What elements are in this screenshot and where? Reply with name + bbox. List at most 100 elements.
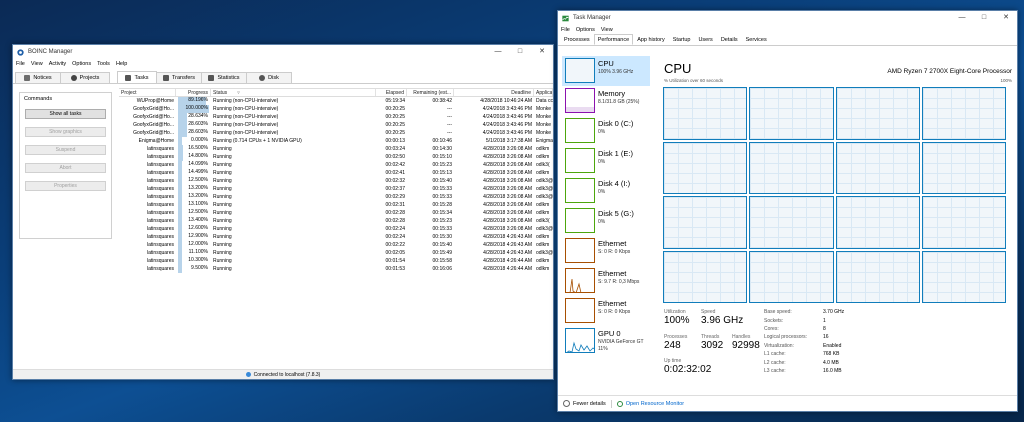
menu-file[interactable]: File (561, 27, 570, 33)
tab-users[interactable]: Users (694, 35, 716, 45)
suspend-button[interactable]: Suspend (25, 145, 106, 155)
col-elapsed[interactable]: Elapsed (376, 89, 407, 96)
task-row[interactable]: GoofyxGrid@Ho... 100.000% Running (non-CPU… (119, 105, 553, 113)
task-row[interactable]: latinsquares 13.100% Running 00:02:31 00:15:… (119, 201, 553, 209)
tab-performance[interactable]: Performance (593, 34, 634, 45)
spec-value: 16.0 MB (823, 367, 842, 374)
sidebar-item-ethernet[interactable]: Ethernet S: 0 R: 0 Kbps (562, 296, 650, 326)
tm-title: Task Manager (573, 15, 611, 21)
sidebar-item-disk-4-i[interactable]: Disk 4 (I:) 0% (562, 176, 650, 206)
task-status: Running (213, 170, 232, 176)
progress-fill (178, 169, 183, 177)
task-row[interactable]: Enigma@Home 0.000% Running (0.714 CPUs + 1… (119, 137, 553, 145)
menu-help[interactable]: Help (116, 61, 127, 67)
sidebar-item-disk-5-g[interactable]: Disk 5 (G:) 0% (562, 206, 650, 236)
progress-bar: 16.500% (178, 145, 209, 153)
col-status[interactable]: Status ▿ (211, 89, 376, 96)
task-status: Running (non-CPU-intensive) (213, 98, 279, 104)
progress-bar: 12.500% (178, 209, 209, 217)
task-row[interactable]: latinsquares 14.499% Running 00:02:41 00:15:… (119, 169, 553, 177)
utilization-caption: % Utilization over 60 seconds (664, 78, 724, 83)
tab-disk[interactable]: Disk (246, 72, 292, 83)
tab-processes[interactable]: Processes (560, 35, 594, 45)
task-project: latinsquares (147, 194, 174, 200)
task-row[interactable]: latinsquares 13.400% Running 00:02:28 00:15:… (119, 217, 553, 225)
progress-bar: 13.200% (178, 185, 209, 193)
task-row[interactable]: latinsquares 16.500% Running 00:03:24 00:14:… (119, 145, 553, 153)
col-project[interactable]: Project (119, 89, 176, 96)
chevron-up-icon[interactable] (563, 400, 570, 407)
task-row[interactable]: WUProp@Home 89.196% Running (non-CPU-inten… (119, 97, 553, 105)
tab-notices[interactable]: Notices (15, 72, 61, 83)
task-row[interactable]: latinsquares 13.200% Running 00:02:37 00:15:… (119, 185, 553, 193)
task-elapsed: 00:02:41 (385, 170, 405, 176)
task-elapsed: 00:02:28 (385, 218, 405, 224)
sidebar-item-memory[interactable]: Memory 8.1/31.8 GB (25%) (562, 86, 650, 116)
progress-bar: 14.099% (178, 161, 209, 169)
boinc-titlebar[interactable]: BOINC Manager — □ ✕ (13, 45, 553, 59)
maximize-button[interactable]: □ (973, 11, 995, 25)
task-row[interactable]: latinsquares 9.500% Running 00:01:53 00:16:0… (119, 265, 553, 273)
tab-services[interactable]: Services (742, 35, 771, 45)
tab-app-history[interactable]: App history (633, 35, 669, 45)
core-graph (749, 141, 834, 194)
task-remaining: 00:15:40 (432, 242, 452, 248)
task-row[interactable]: GoofyxGrid@Ho... 28.603% Running (non-CPU-… (119, 121, 553, 129)
task-row[interactable]: latinsquares 11.100% Running 00:02:05 00:15:… (119, 249, 553, 257)
minimize-button[interactable]: — (951, 11, 973, 25)
task-row[interactable]: latinsquares 12.900% Running 00:02:24 00:15:… (119, 233, 553, 241)
sidebar-item-ethernet[interactable]: Ethernet S: 0 R: 0 Kbps (562, 236, 650, 266)
menu-view[interactable]: View (31, 61, 43, 67)
task-row[interactable]: latinsquares 12.500% Running 00:02:32 00:15:… (119, 177, 553, 185)
task-row[interactable]: latinsquares 12.500% Running 00:02:28 00:15:… (119, 209, 553, 217)
tm-titlebar[interactable]: Task Manager — □ ✕ (558, 11, 1017, 25)
task-row[interactable]: GoofyxGrid@Ho... 28.603% Running (non-CPU-… (119, 129, 553, 137)
menu-activity[interactable]: Activity (49, 61, 66, 67)
task-progress: 89.196% (176, 97, 211, 105)
task-row[interactable]: latinsquares 10.300% Running 00:01:54 00:15:… (119, 257, 553, 265)
show-all-tasks-button[interactable]: Show all tasks (25, 109, 106, 119)
open-resource-monitor-link[interactable]: Open Resource Monitor (626, 401, 684, 407)
menu-view[interactable]: View (601, 27, 613, 33)
minimize-button[interactable]: — (487, 45, 509, 59)
close-button[interactable]: ✕ (995, 11, 1017, 25)
task-row[interactable]: latinsquares 13.200% Running 00:02:29 00:15:… (119, 193, 553, 201)
show-graphics-button[interactable]: Show graphics (25, 127, 106, 137)
abort-button[interactable]: Abort (25, 163, 106, 173)
menu-options[interactable]: Options (72, 61, 91, 67)
tab-details[interactable]: Details (717, 35, 742, 45)
sidebar-item-gpu-0[interactable]: GPU 0 NVIDIA GeForce GT 11% (562, 326, 650, 356)
core-graph (663, 250, 748, 303)
col-application[interactable]: Applica (534, 89, 553, 96)
task-deadline: 4/24/2018 3:43:46 PM (482, 114, 532, 120)
core-graph (835, 87, 920, 140)
sidebar-item-disk-0-c[interactable]: Disk 0 (C:) 0% (562, 116, 650, 146)
close-button[interactable]: ✕ (531, 45, 553, 59)
task-row[interactable]: latinsquares 12.600% Running 00:02:24 00:15:… (119, 225, 553, 233)
menu-file[interactable]: File (16, 61, 25, 67)
col-deadline[interactable]: Deadline (454, 89, 534, 96)
menu-options[interactable]: Options (576, 27, 595, 33)
tab-statistics[interactable]: Statistics (201, 72, 247, 83)
task-elapsed: 00:02:32 (385, 178, 405, 184)
task-row[interactable]: GoofyxGrid@Ho... 28.634% Running (non-CPU-… (119, 113, 553, 121)
menu-tools[interactable]: Tools (97, 61, 110, 67)
task-row[interactable]: latinsquares 14.099% Running 00:02:42 00:15:… (119, 161, 553, 169)
task-row[interactable]: latinsquares 12.000% Running 00:02:22 00:15:… (119, 241, 553, 249)
tab-transfers[interactable]: Transfers (156, 72, 202, 83)
fewer-details-link[interactable]: Fewer details (573, 401, 606, 407)
tab-startup[interactable]: Startup (669, 35, 695, 45)
stat-processes: Processes 248 (664, 334, 688, 351)
sidebar-item-name: Ethernet (598, 239, 627, 248)
tab-tasks[interactable]: Tasks (117, 71, 157, 83)
properties-button[interactable]: Properties (25, 181, 106, 191)
tab-projects[interactable]: Projects (60, 72, 110, 83)
sidebar-item-ethernet[interactable]: Ethernet S: 9.7 R: 0,3 Mbps (562, 266, 650, 296)
task-row[interactable]: latinsquares 14.800% Running 00:02:50 00:15:… (119, 153, 553, 161)
progress-text: 0.000% (191, 137, 208, 143)
maximize-button[interactable]: □ (509, 45, 531, 59)
col-remaining[interactable]: Remaining (est... (407, 89, 454, 96)
col-progress[interactable]: Progress (176, 89, 211, 96)
sidebar-item-cpu[interactable]: CPU 100% 3.96 GHz (562, 56, 650, 86)
sidebar-item-disk-1-e[interactable]: Disk 1 (E:) 0% (562, 146, 650, 176)
